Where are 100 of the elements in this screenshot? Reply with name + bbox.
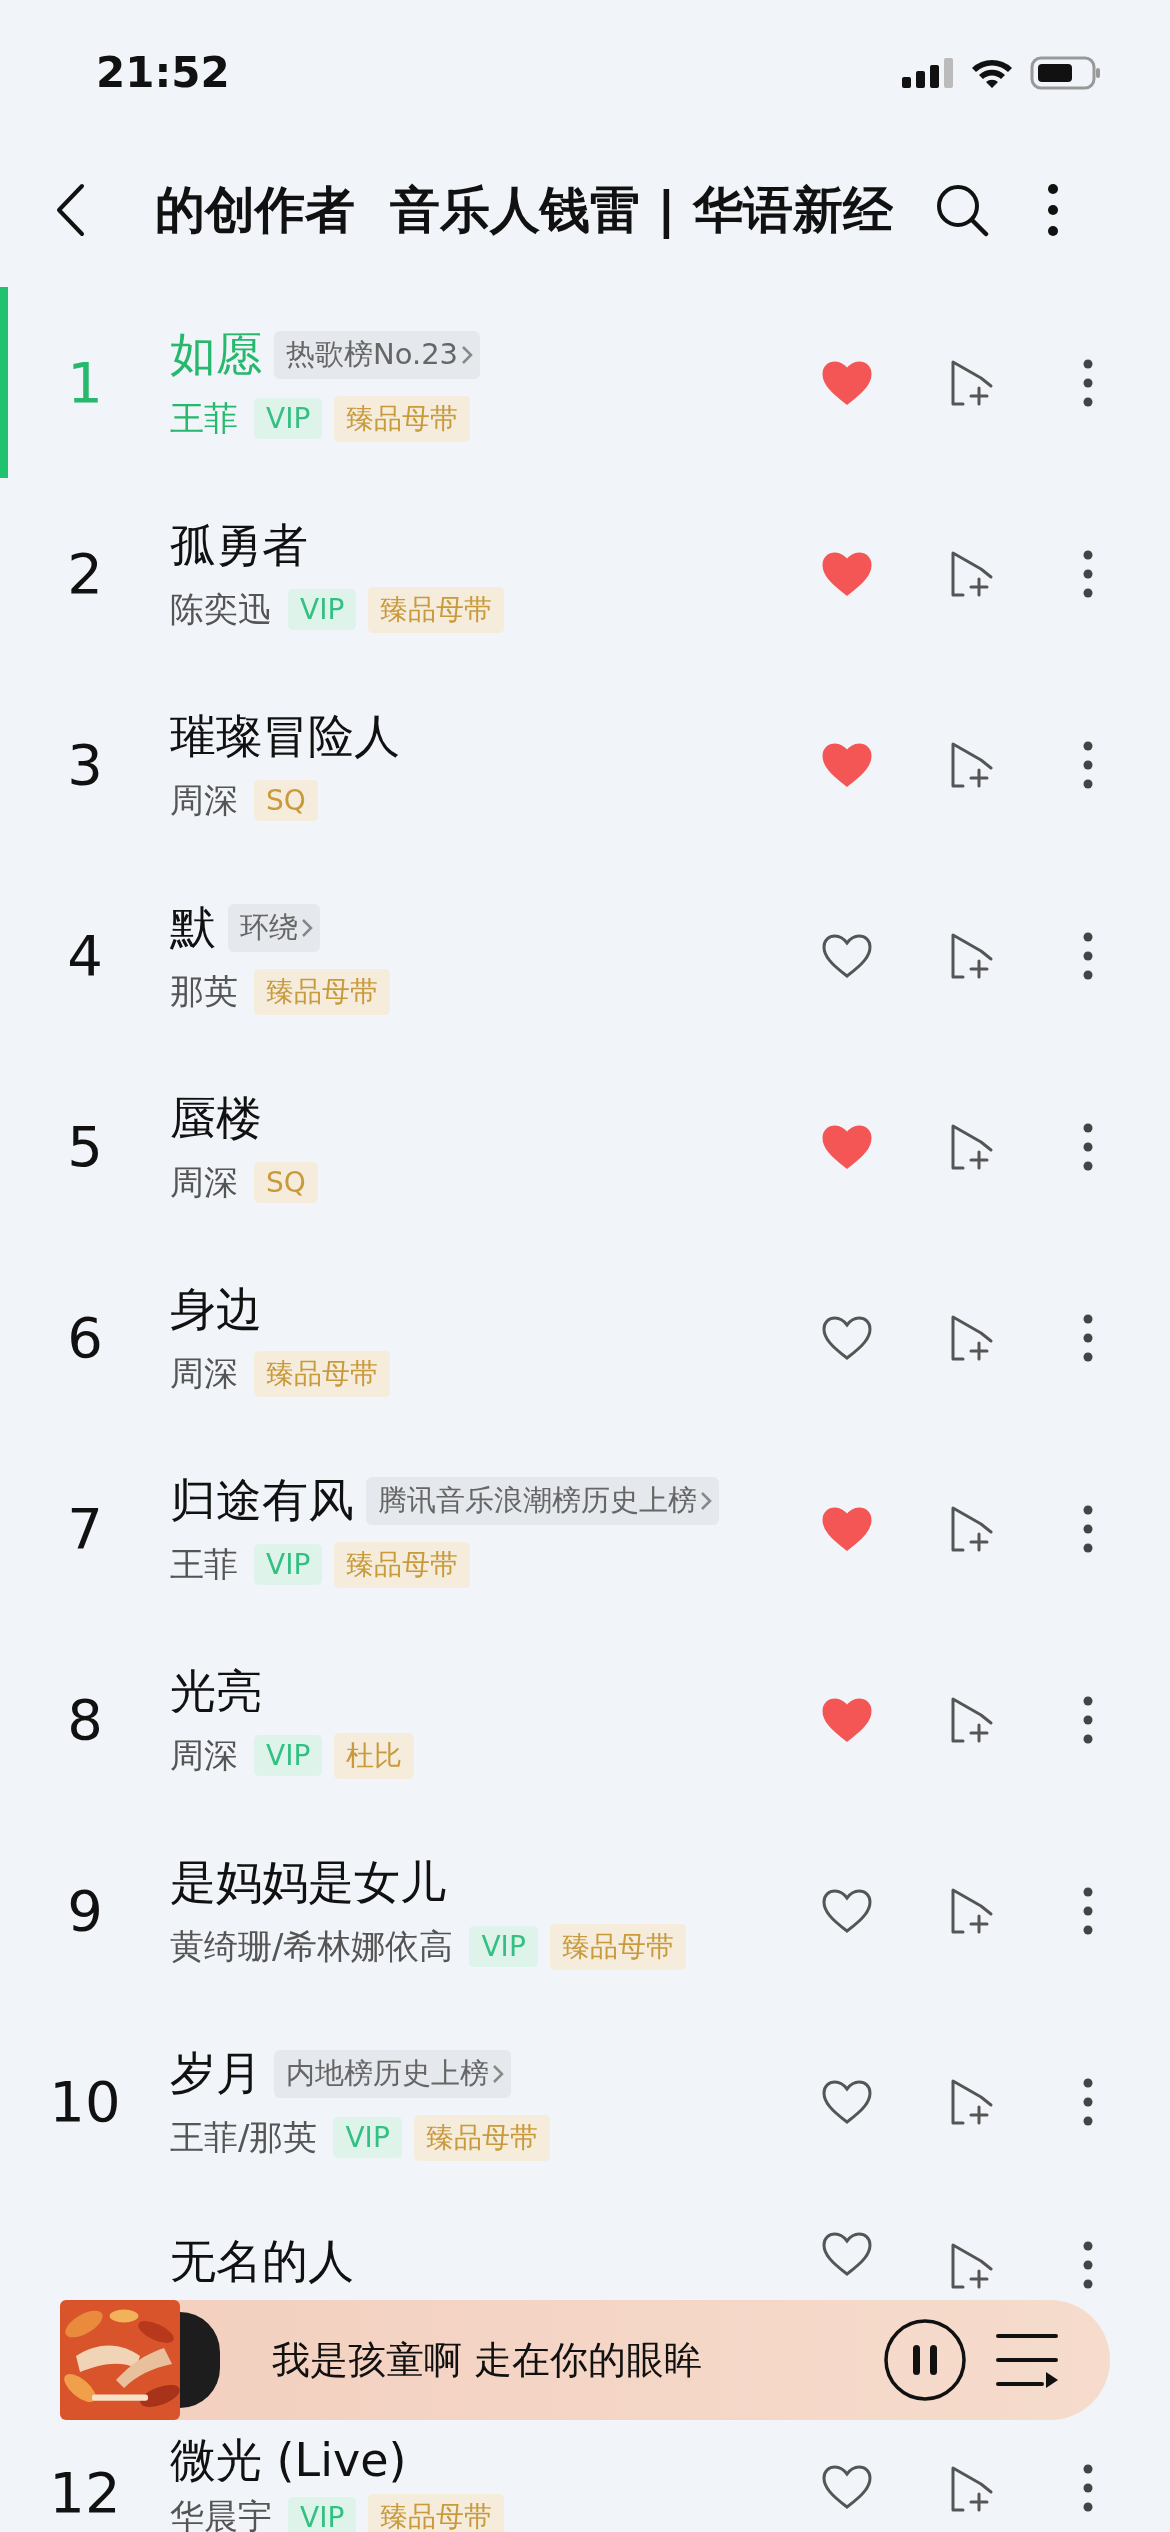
track-number: 6 xyxy=(67,1305,103,1370)
track-number: 5 xyxy=(67,1114,103,1179)
quality-tag: VIP xyxy=(254,1735,323,1776)
chart-badge[interactable]: 内地榜历史上榜 xyxy=(274,2049,511,2098)
artist-name: 王菲 xyxy=(170,396,238,440)
more-icon[interactable] xyxy=(1083,1122,1093,1171)
more-icon[interactable] xyxy=(1083,1313,1093,1362)
song-row[interactable]: 6 身边 周深 臻品母带 xyxy=(0,1242,1170,1433)
song-title: 光亮 xyxy=(170,1662,262,1720)
back-icon[interactable] xyxy=(55,183,85,237)
track-number: 9 xyxy=(67,1878,103,1943)
song-row[interactable]: 3 璀璨冒险人 周深 SQ xyxy=(0,669,1170,860)
track-number: 1 xyxy=(67,350,103,415)
song-title: 身边 xyxy=(170,1280,262,1338)
song-title: 蜃楼 xyxy=(170,1089,262,1147)
status-time: 21:52 xyxy=(96,48,230,97)
song-row[interactable]: 12 微光 (Live) 华晨宇 VIP 臻品母带 xyxy=(0,2420,1170,2532)
quality-tag: 臻品母带 xyxy=(254,1350,390,1397)
chart-badge[interactable]: 环绕 xyxy=(228,903,320,952)
artist-name: 陈奕迅 xyxy=(170,587,272,631)
artist-name: 王菲 xyxy=(170,1542,238,1586)
track-number: 7 xyxy=(67,1496,103,1561)
pause-button[interactable] xyxy=(882,2317,968,2403)
quality-tag: VIP xyxy=(288,589,357,630)
quality-tag: SQ xyxy=(254,1162,318,1203)
quality-tag: 臻品母带 xyxy=(368,2494,505,2532)
quality-tag: 杜比 xyxy=(334,1732,415,1779)
song-title: 微光 (Live) xyxy=(170,2432,407,2489)
more-icon[interactable] xyxy=(1083,1886,1093,1935)
song-row[interactable]: 无名的人 xyxy=(0,2197,1170,2300)
track-number: 8 xyxy=(67,1687,103,1752)
song-title: 孤勇者 xyxy=(170,516,308,574)
artist-name: 周深 xyxy=(170,778,238,822)
song-title: 无名的人 xyxy=(170,2233,354,2290)
heart-icon[interactable] xyxy=(821,2464,873,2510)
quality-tag: VIP xyxy=(333,2117,402,2158)
chart-badge[interactable]: 热歌榜No.23 xyxy=(274,330,481,379)
search-icon[interactable] xyxy=(935,183,989,237)
more-icon[interactable] xyxy=(1083,2241,1093,2289)
song-row[interactable]: 7 归途有风 腾讯音乐浪潮榜历史上榜 王菲 VIP 臻品母带 xyxy=(0,1433,1170,1624)
song-title: 默 xyxy=(170,898,216,956)
artist-name: 周深 xyxy=(170,1160,238,1204)
quality-tag: VIP xyxy=(288,2496,357,2532)
quality-tag: 臻品母带 xyxy=(413,2114,550,2161)
track-number: 10 xyxy=(49,2069,121,2134)
song-row[interactable]: 9 是妈妈是女儿 黄绮珊/希林娜依高 VIP 臻品母带 xyxy=(0,1815,1170,2006)
song-row[interactable]: 10 岁月 内地榜历史上榜 王菲/那英 VIP 臻品母带 xyxy=(0,2006,1170,2197)
quality-tag: 臻品母带 xyxy=(334,395,471,442)
heart-icon[interactable] xyxy=(821,1696,873,1743)
song-row[interactable]: 5 蜃楼 周深 SQ xyxy=(0,1051,1170,1242)
quality-tag: 臻品母带 xyxy=(549,1923,686,1970)
quality-tag: 臻品母带 xyxy=(334,1541,471,1588)
more-icon[interactable] xyxy=(1083,931,1093,980)
heart-icon[interactable] xyxy=(821,2231,873,2277)
artist-name: 华晨宇 xyxy=(170,2495,272,2532)
more-icon[interactable] xyxy=(1047,183,1059,237)
song-title: 是妈妈是女儿 xyxy=(170,1853,446,1911)
more-icon[interactable] xyxy=(1083,549,1093,598)
artist-name: 黄绮珊/希林娜依高 xyxy=(170,1924,454,1968)
more-icon[interactable] xyxy=(1083,740,1093,789)
song-title: 岁月 xyxy=(170,2044,262,2102)
heart-icon[interactable] xyxy=(821,2078,873,2125)
heart-icon[interactable] xyxy=(821,741,873,788)
page-title: 的创作者 音乐人钱雷 | 华语新经 xyxy=(155,179,894,241)
artist-name: 那英 xyxy=(170,969,238,1013)
song-row[interactable]: 2 孤勇者 陈奕迅 VIP 臻品母带 xyxy=(0,478,1170,669)
more-icon[interactable] xyxy=(1083,1695,1093,1744)
heart-icon[interactable] xyxy=(821,359,873,406)
playlist-icon[interactable] xyxy=(996,2332,1060,2388)
artist-name: 周深 xyxy=(170,1733,238,1777)
more-icon[interactable] xyxy=(1083,358,1093,407)
song-row[interactable]: 4 默 环绕 那英 臻品母带 xyxy=(0,860,1170,1051)
more-icon[interactable] xyxy=(1083,1504,1093,1553)
heart-icon[interactable] xyxy=(821,550,873,597)
quality-tag: 臻品母带 xyxy=(254,968,390,1015)
song-title: 如愿 xyxy=(170,325,262,383)
heart-icon[interactable] xyxy=(821,1314,873,1361)
more-icon[interactable] xyxy=(1083,2077,1093,2126)
quality-tag: VIP xyxy=(254,1544,323,1585)
heart-icon[interactable] xyxy=(821,932,873,979)
track-number: 3 xyxy=(67,732,103,797)
artist-name: 周深 xyxy=(170,1351,238,1395)
chart-badge[interactable]: 腾讯音乐浪潮榜历史上榜 xyxy=(366,1476,719,1525)
quality-tag: 臻品母带 xyxy=(368,586,505,633)
song-title: 璀璨冒险人 xyxy=(170,707,400,765)
quality-tag: VIP xyxy=(254,398,323,439)
track-number: 2 xyxy=(67,541,103,606)
artist-name: 王菲/那英 xyxy=(170,2115,318,2159)
signal-icon xyxy=(902,57,954,88)
song-row[interactable]: 1 如愿 热歌榜No.23 王菲 VIP 臻品母带 xyxy=(0,287,1170,478)
track-number: 12 xyxy=(49,2460,121,2525)
mini-player[interactable]: 我是孩童啊 走在你的眼眸 xyxy=(60,2300,1110,2420)
more-icon[interactable] xyxy=(1083,2464,1093,2512)
heart-icon[interactable] xyxy=(821,1505,873,1552)
heart-icon[interactable] xyxy=(821,1887,873,1934)
lyric-text: 我是孩童啊 走在你的眼眸 xyxy=(272,2336,704,2384)
song-row[interactable]: 8 光亮 周深 VIP 杜比 xyxy=(0,1624,1170,1815)
quality-tag: SQ xyxy=(254,780,318,821)
heart-icon[interactable] xyxy=(821,1123,873,1170)
track-number: 4 xyxy=(67,923,103,988)
